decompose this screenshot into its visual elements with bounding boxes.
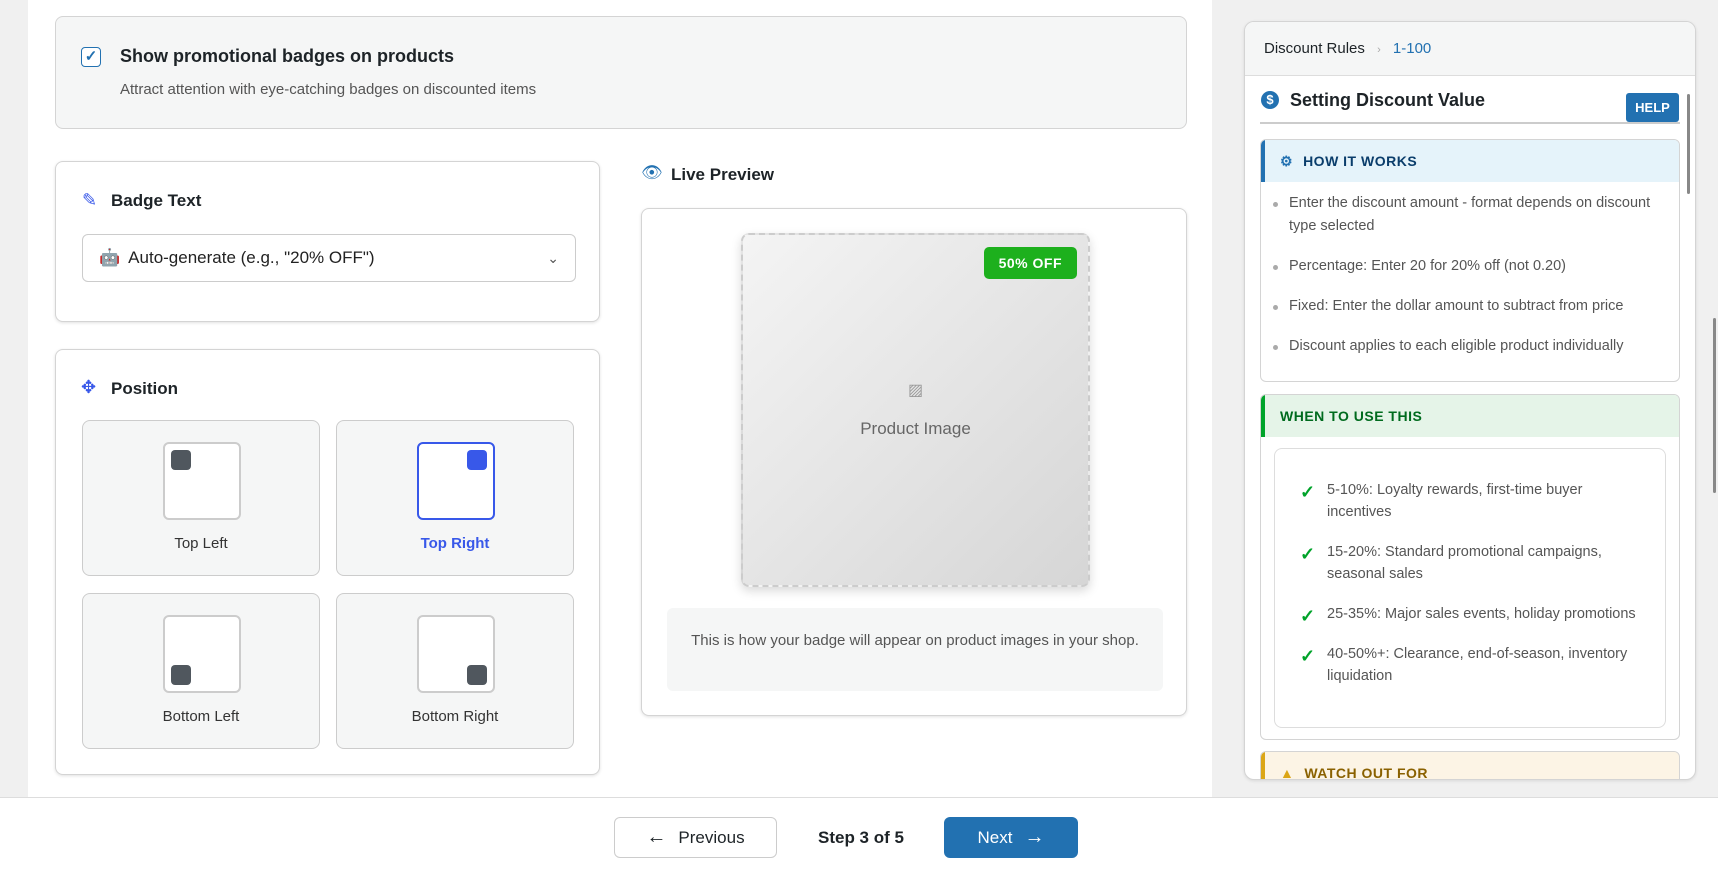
help-title: Setting Discount Value xyxy=(1290,90,1486,110)
list-item: Fixed: Enter the dollar amount to subtra… xyxy=(1261,295,1667,318)
position-top-right[interactable]: Top Right xyxy=(336,420,574,576)
position-label: Top Left xyxy=(174,535,228,552)
position-title: Position xyxy=(111,379,179,398)
promo-badges-checkbox[interactable]: ✓ xyxy=(81,47,101,67)
arrow-left-icon: ← xyxy=(646,826,667,848)
preview-badge: 50% OFF xyxy=(983,247,1077,279)
divider xyxy=(1260,122,1680,124)
how-it-works-section: ⚙ HOW IT WORKS Enter the discount amount… xyxy=(1260,139,1680,382)
preview-caption: This is how your badge will appear on pr… xyxy=(667,608,1163,691)
badge-dot xyxy=(467,450,487,470)
badge-dot xyxy=(171,665,191,685)
step-indicator: Step 3 of 5 xyxy=(818,828,904,847)
position-top-left[interactable]: Top Left xyxy=(82,420,320,576)
when-to-use-section: WHEN TO USE THIS ✓ 5-10%: Loyalty rewards… xyxy=(1260,394,1680,740)
breadcrumb: Discount Rules › 1-100 xyxy=(1245,22,1695,76)
position-label: Bottom Left xyxy=(162,708,240,725)
image-icon: ▨ xyxy=(907,382,924,399)
dollar-icon: $ xyxy=(1261,91,1279,109)
help-scrollbar[interactable] xyxy=(1687,94,1690,194)
position-bottom-left[interactable]: Bottom Left xyxy=(82,593,320,749)
live-preview-title: Live Preview xyxy=(671,165,775,184)
badge-dot xyxy=(171,450,191,470)
promo-badges-desc: Attract attention with eye-catching badg… xyxy=(120,81,537,98)
when-to-use-list: ✓ 5-10%: Loyalty rewards, first-time buye… xyxy=(1274,448,1666,728)
watch-out-title: WATCH OUT FOR xyxy=(1304,765,1429,780)
check-icon: ✓ xyxy=(1300,606,1316,626)
main-panel: ✓ Show promotional badges on products At… xyxy=(28,0,1212,797)
how-it-works-header: ⚙ HOW IT WORKS xyxy=(1261,140,1679,182)
help-button[interactable]: HELP xyxy=(1626,93,1679,122)
next-label: Next xyxy=(977,827,1013,847)
watch-out-header: ▲ WATCH OUT FOR xyxy=(1261,752,1679,780)
promo-badges-card: ✓ Show promotional badges on products At… xyxy=(55,16,1187,129)
wizard-footer: ← Previous Step 3 of 5 Next → xyxy=(0,797,1718,872)
check-icon: ✓ xyxy=(1300,646,1316,666)
badge-text-value: Auto-generate (e.g., "20% OFF") xyxy=(128,248,375,267)
pencil-icon: ✎ xyxy=(82,190,98,210)
page-scrollbar[interactable] xyxy=(1713,318,1716,493)
previous-label: Previous xyxy=(678,827,745,847)
position-label: Top Right xyxy=(420,535,490,552)
next-button[interactable]: Next → xyxy=(944,817,1078,858)
position-bottom-right[interactable]: Bottom Right xyxy=(336,593,574,749)
badge-dot xyxy=(467,665,487,685)
product-image-label: Product Image xyxy=(860,419,971,438)
list-item: ✓ 25-35%: Major sales events, holiday pro… xyxy=(1300,606,1636,626)
list-item: ✓ 15-20%: Standard promotional campaigns,… xyxy=(1300,544,1602,582)
chevron-down-icon: ⌄ xyxy=(547,249,559,266)
help-panel: Discount Rules › 1-100 $ Setting Discoun… xyxy=(1244,21,1696,780)
badge-text-select[interactable]: 🤖 Auto-generate (e.g., "20% OFF") ⌄ xyxy=(82,234,576,282)
arrow-right-icon: → xyxy=(1024,826,1045,848)
check-icon: ✓ xyxy=(1300,482,1316,502)
position-card: ✥ Position Top Left Top Right Bottom Lef… xyxy=(55,349,600,775)
robot-icon: 🤖 xyxy=(99,248,121,267)
how-it-works-title: HOW IT WORKS xyxy=(1303,153,1418,169)
list-item: Enter the discount amount - format depen… xyxy=(1261,192,1667,238)
badge-text-card: ✎ Badge Text 🤖 Auto-generate (e.g., "20%… xyxy=(55,161,600,322)
move-icon: ✥ xyxy=(81,377,97,397)
product-image-placeholder: 50% OFF ▨ Product Image xyxy=(741,233,1090,587)
previous-button[interactable]: ← Previous xyxy=(614,817,777,858)
list-item: Discount applies to each eligible produc… xyxy=(1261,335,1667,358)
breadcrumb-current: 1-100 xyxy=(1392,40,1432,57)
position-label: Bottom Right xyxy=(411,708,499,725)
when-to-use-header: WHEN TO USE THIS xyxy=(1261,395,1679,437)
preview-card: 50% OFF ▨ Product Image This is how your… xyxy=(641,208,1187,716)
breadcrumb-root[interactable]: Discount Rules xyxy=(1264,40,1365,57)
watch-out-section: ▲ WATCH OUT FOR xyxy=(1260,751,1680,780)
check-icon: ✓ xyxy=(1300,544,1316,564)
promo-badges-title: Show promotional badges on products xyxy=(120,46,455,66)
warning-icon: ▲ xyxy=(1280,765,1295,780)
list-item: ✓ 40-50%+: Clearance, end-of-season, inve… xyxy=(1300,646,1628,684)
list-item: ✓ 5-10%: Loyalty rewards, first-time buye… xyxy=(1300,482,1583,520)
list-item: Percentage: Enter 20 for 20% off (not 0.… xyxy=(1261,255,1667,278)
eye-icon: 👁 xyxy=(641,163,663,182)
breadcrumb-separator-icon: › xyxy=(1377,44,1381,56)
gear-icon: ⚙ xyxy=(1280,152,1294,169)
badge-text-title: Badge Text xyxy=(111,191,202,210)
